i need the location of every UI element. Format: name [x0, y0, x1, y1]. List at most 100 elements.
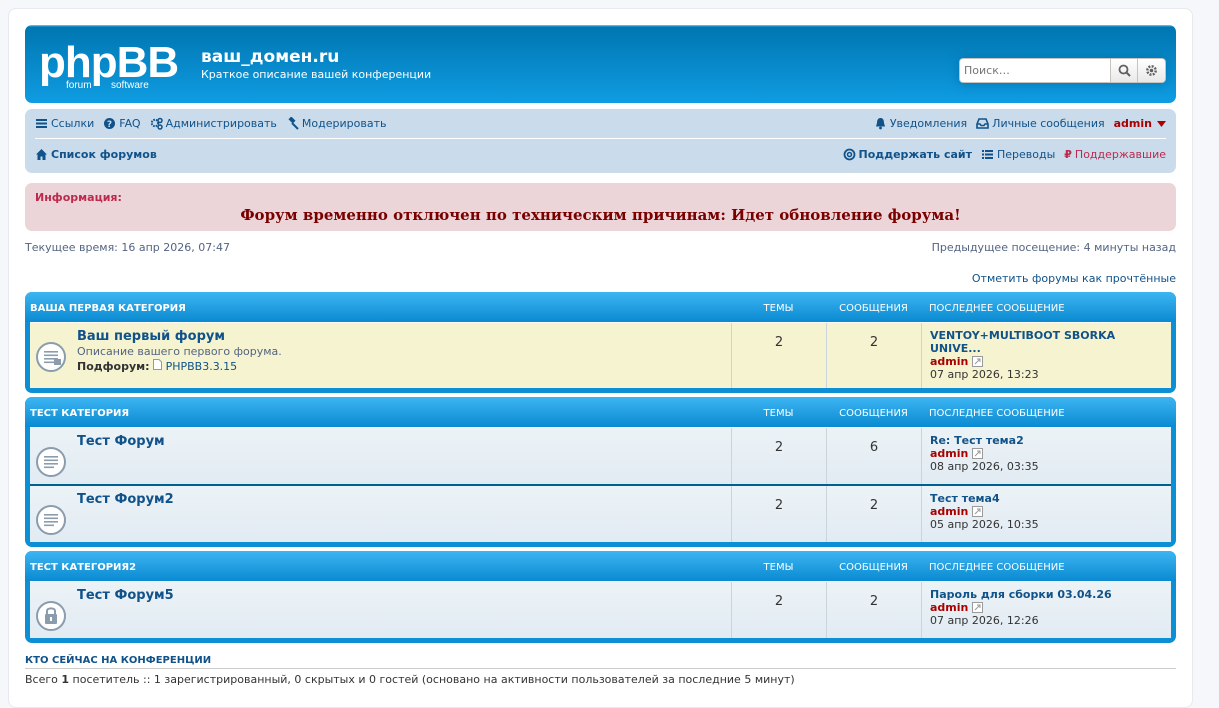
- posts-count: 6: [826, 428, 921, 484]
- col-topics-header: Темы: [763, 407, 794, 419]
- forum-read-icon[interactable]: [35, 504, 67, 536]
- last-post-date: 07 апр 2026, 12:26: [930, 614, 1039, 627]
- last-post-title[interactable]: Re: Тест тема2: [930, 434, 1163, 447]
- forum-row: Тест Форум 2 6 Re: Тест тема2 admin 08 а…: [30, 427, 1171, 484]
- nav-supporters-label: Поддержавшие: [1074, 147, 1166, 161]
- mark-forums-read-link[interactable]: Отметить форумы как прочтённые: [972, 272, 1176, 285]
- topics-count: 2: [731, 486, 826, 542]
- last-post-author-line: admin: [930, 447, 1163, 460]
- info-panel: Информация: Форум временно отключен по т…: [25, 183, 1176, 231]
- nav-moderate-label: Модерировать: [301, 117, 387, 130]
- cogs-icon: [150, 117, 163, 130]
- last-post-author[interactable]: admin: [930, 505, 968, 518]
- gear-icon: [1146, 65, 1157, 76]
- nav-links-label: Ссылки: [51, 117, 95, 130]
- forum-title[interactable]: Ваш первый форум: [77, 329, 282, 344]
- last-post-date: 07 апр 2026, 13:23: [930, 368, 1039, 381]
- col-posts-header: Сообщения: [839, 302, 908, 314]
- who-is-online: Кто сейчас на конференции Всего 1 посети…: [25, 655, 1176, 686]
- nav-notifications[interactable]: Уведомления: [874, 117, 967, 130]
- last-post-author[interactable]: admin: [930, 601, 968, 614]
- bell-icon: [875, 118, 885, 130]
- view-latest-post-icon[interactable]: [972, 448, 984, 459]
- question-icon: ?: [104, 118, 116, 130]
- nav-translations[interactable]: Переводы: [981, 148, 1055, 161]
- bars-icon: [36, 119, 47, 128]
- username: admin: [1113, 117, 1152, 130]
- forum-title[interactable]: Тест Форум5: [77, 588, 174, 603]
- file-icon: [153, 359, 163, 370]
- online-title[interactable]: Кто сейчас на конференции: [25, 655, 1176, 669]
- page-wrap: phpBB forum software ваш_домен.ru Кратко…: [8, 8, 1193, 708]
- last-post-title[interactable]: Тест тема4: [930, 492, 1163, 505]
- nav-support-label: Поддержать сайт: [858, 147, 972, 161]
- topics-count: 2: [731, 428, 826, 484]
- category-block: Тест категория Темы Сообщения Последнее …: [25, 397, 1176, 547]
- logo-sub-right: software: [111, 80, 149, 91]
- category-header: Ваша первая категория Темы Сообщения Пос…: [25, 292, 1176, 322]
- search-input[interactable]: [959, 58, 1110, 83]
- nav-faq-label: FAQ: [119, 117, 141, 130]
- view-latest-post-icon[interactable]: [972, 356, 984, 367]
- forum-locked-icon[interactable]: [35, 600, 67, 632]
- online-text: Всего 1 посетитель :: 1 зарегистрированн…: [25, 673, 1176, 686]
- category-title[interactable]: Тест категория: [30, 408, 731, 419]
- nav-private-messages[interactable]: Личные сообщения: [976, 117, 1105, 130]
- site-logo[interactable]: phpBB forum software: [39, 38, 189, 91]
- info-title: Информация:: [35, 191, 122, 204]
- category-title[interactable]: Тест категория2: [30, 562, 731, 573]
- forum-title[interactable]: Тест Форум: [77, 434, 165, 449]
- list-icon: [981, 149, 993, 159]
- col-last-post-header: Последнее сообщение: [929, 302, 1065, 314]
- last-post-cell: Тест тема4 admin 05 апр 2026, 10:35: [921, 486, 1171, 542]
- col-posts-header: Сообщения: [839, 407, 908, 419]
- nav-faq[interactable]: ? FAQ: [103, 117, 141, 130]
- forum-read-subforum-icon[interactable]: [35, 341, 67, 373]
- site-description: Краткое описание вашей конференции: [201, 68, 432, 81]
- navbar-top-row: Ссылки ? FAQ Администрировать Модерирова…: [35, 109, 1166, 139]
- search-box: [959, 58, 1166, 83]
- forum-title[interactable]: Тест Форум2: [77, 492, 174, 507]
- col-topics-header: Темы: [763, 302, 794, 314]
- search-icon: [1118, 64, 1131, 77]
- user-menu[interactable]: admin: [1114, 117, 1166, 130]
- last-post-author[interactable]: admin: [930, 355, 968, 368]
- mark-read-bar: Отметить форумы как прочтённые: [25, 272, 1176, 286]
- view-latest-post-icon[interactable]: [972, 506, 984, 517]
- topics-count: 2: [731, 323, 826, 388]
- nav-forum-list-label: Список форумов: [51, 147, 157, 161]
- last-post-author[interactable]: admin: [930, 447, 968, 460]
- forum-read-icon[interactable]: [35, 446, 67, 478]
- forum-cell: Тест Форум: [30, 428, 731, 484]
- logo-text: phpBB: [39, 39, 178, 87]
- header-bar: phpBB forum software ваш_домен.ru Кратко…: [25, 25, 1176, 103]
- nav-translations-label: Переводы: [996, 147, 1056, 161]
- logo-sub-left: forum: [66, 80, 92, 91]
- last-post-date: 08 апр 2026, 03:35: [930, 460, 1039, 473]
- nav-admin[interactable]: Администрировать: [150, 117, 277, 130]
- last-post-date: 05 апр 2026, 10:35: [930, 518, 1039, 531]
- advanced-search-button[interactable]: [1138, 58, 1166, 83]
- last-post-cell: VENTOY+MULTIBOOT SBORKA UNIVE... admin 0…: [921, 323, 1171, 388]
- last-post-author-line: admin: [930, 505, 1163, 518]
- view-latest-post-icon[interactable]: [972, 602, 984, 613]
- nav-forum-list[interactable]: Список форумов: [35, 148, 157, 161]
- site-title[interactable]: ваш_домен.ru: [201, 47, 339, 67]
- nav-links-menu[interactable]: Ссылки: [35, 117, 94, 130]
- subforum-line: Подфорум: PHPBB3.3.15: [77, 359, 282, 373]
- category-title[interactable]: Ваша первая категория: [30, 303, 731, 314]
- life-ring-icon: [843, 148, 855, 160]
- nav-supporters[interactable]: ₽ Поддержавшие: [1064, 148, 1166, 161]
- svg-text:?: ?: [107, 120, 112, 130]
- search-button[interactable]: [1110, 58, 1138, 83]
- category-header: Тест категория Темы Сообщения Последнее …: [25, 397, 1176, 427]
- subforum-link[interactable]: PHPBB3.3.15: [166, 360, 238, 373]
- navbar: Ссылки ? FAQ Администрировать Модерирова…: [25, 109, 1176, 173]
- last-post-title[interactable]: Пароль для сборки 03.04.26: [930, 588, 1163, 601]
- nav-moderate[interactable]: Модерировать: [286, 117, 387, 130]
- last-post-title[interactable]: VENTOY+MULTIBOOT SBORKA UNIVE...: [930, 329, 1163, 355]
- col-last-post-header: Последнее сообщение: [929, 407, 1065, 419]
- col-last-post-header: Последнее сообщение: [929, 561, 1065, 573]
- forum-cell: Ваш первый форум Описание вашего первого…: [30, 323, 731, 388]
- nav-support[interactable]: Поддержать сайт: [843, 148, 972, 161]
